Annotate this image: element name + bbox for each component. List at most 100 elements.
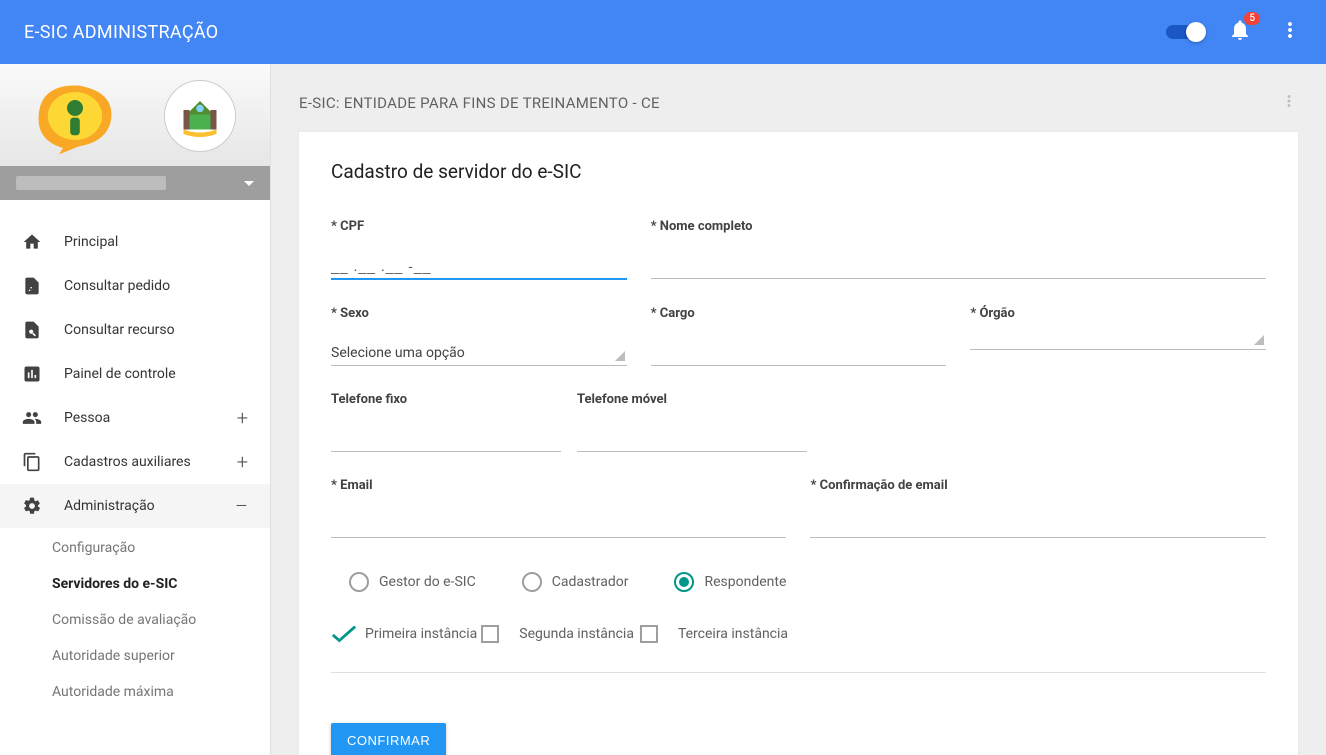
radio-label: Cadastrador: [552, 574, 629, 590]
radio-label: Gestor do e-SIC: [379, 574, 476, 590]
sidebar-item-painel[interactable]: Painel de controle: [0, 352, 270, 396]
radio-cadastrador[interactable]: Cadastrador: [522, 572, 629, 592]
sexo-value: Selecione uma opção: [331, 345, 465, 361]
main: E-SIC: ENTIDADE PARA FINS DE TREINAMENTO…: [271, 64, 1326, 755]
notification-badge: 5: [1244, 12, 1260, 25]
sidebar-item-label: Pessoa: [64, 410, 110, 426]
label-tel-movel: Telefone móvel: [577, 392, 807, 407]
sidebar-item-pessoa[interactable]: Pessoa +: [0, 396, 270, 440]
sexo-select[interactable]: Selecione uma opção: [331, 341, 627, 366]
field-tel-fixo: Telefone fixo: [331, 392, 561, 452]
subnav-servidores[interactable]: Servidores do e-SIC: [0, 566, 270, 602]
sidebar-item-label: Consultar recurso: [64, 322, 175, 338]
sidebar-item-label: Administração: [64, 498, 155, 514]
user-email-hidden: [16, 176, 166, 190]
select-tri-icon: [615, 351, 625, 361]
radio-icon: [674, 572, 694, 592]
field-nome: * Nome completo: [651, 219, 1266, 280]
home-icon: [22, 232, 42, 252]
field-email: * Email: [331, 478, 786, 538]
sidebar-item-consultar-pedido[interactable]: Consultar pedido: [0, 264, 270, 308]
radio-respondente[interactable]: Respondente: [674, 572, 786, 592]
label-cpf: * CPF: [331, 219, 627, 234]
check-segunda[interactable]: Segunda instância: [519, 625, 658, 643]
esic-logo: [35, 76, 115, 156]
check-terceira[interactable]: Terceira instância: [678, 626, 788, 642]
sidebar-item-label: Principal: [64, 234, 118, 250]
caret-down-icon: [244, 181, 254, 186]
group-icon: [22, 408, 42, 428]
field-email-confirm: * Confirmação de email: [810, 478, 1266, 538]
sidebar-item-label: Cadastros auxiliares: [64, 454, 191, 470]
sidebar-item-principal[interactable]: Principal: [0, 220, 270, 264]
label-tel-fixo: Telefone fixo: [331, 392, 561, 407]
topbar: E-SIC ADMINISTRAÇÃO 5: [0, 0, 1326, 64]
logo-row: [0, 64, 270, 166]
collapse-icon: –: [235, 496, 248, 516]
confirm-button[interactable]: CONFIRMAR: [331, 723, 446, 755]
nome-input[interactable]: [651, 254, 1266, 279]
tick-icon: [331, 624, 357, 644]
checkbox-icon: [640, 625, 658, 643]
search-doc-icon: [22, 276, 42, 296]
email-confirm-input[interactable]: [810, 513, 1266, 538]
label-sexo: * Sexo: [331, 306, 627, 321]
label-cargo: * Cargo: [651, 306, 947, 321]
select-tri-icon: [1254, 335, 1264, 345]
check-label: Segunda instância: [519, 626, 634, 642]
tel-fixo-input[interactable]: [331, 427, 561, 452]
search-doc-icon: [22, 320, 42, 340]
app-title: E-SIC ADMINISTRAÇÃO: [24, 22, 218, 43]
user-dropdown[interactable]: [0, 166, 270, 200]
email-input[interactable]: [331, 513, 786, 538]
settings-icon: [22, 496, 42, 516]
field-cargo: * Cargo: [651, 306, 947, 366]
dashboard-icon: [22, 364, 42, 384]
subnav-configuracao[interactable]: Configuração: [0, 530, 270, 566]
checkbox-icon: [481, 625, 499, 643]
cargo-input[interactable]: [651, 341, 947, 366]
sidebar-item-label: Painel de controle: [64, 366, 176, 382]
topbar-actions: 5: [1166, 18, 1302, 46]
orgao-select[interactable]: [970, 341, 1266, 350]
check-primeira[interactable]: Primeira instância: [331, 624, 499, 644]
label-nome: * Nome completo: [651, 219, 1266, 234]
page-more-button[interactable]: [1280, 92, 1298, 114]
page-header: E-SIC: ENTIDADE PARA FINS DE TREINAMENTO…: [299, 88, 1298, 132]
more-vert-icon: [1280, 92, 1298, 110]
breadcrumb: E-SIC: ENTIDADE PARA FINS DE TREINAMENTO…: [299, 94, 660, 112]
topbar-more-button[interactable]: [1278, 18, 1302, 46]
sidebar: Principal Consultar pedido Consultar rec…: [0, 64, 271, 755]
label-orgao: * Órgão: [970, 306, 1266, 321]
subnav-autoridade-maxima[interactable]: Autoridade máxima: [0, 674, 270, 710]
subnav-autoridade-superior[interactable]: Autoridade superior: [0, 638, 270, 674]
field-sexo: * Sexo Selecione uma opção: [331, 306, 627, 366]
sidebar-item-consultar-recurso[interactable]: Consultar recurso: [0, 308, 270, 352]
cpf-input[interactable]: [331, 254, 627, 280]
subnav-comissao[interactable]: Comissão de avaliação: [0, 602, 270, 638]
sidebar-item-cadastros[interactable]: Cadastros auxiliares +: [0, 440, 270, 484]
sidebar-item-administracao[interactable]: Administração –: [0, 484, 270, 528]
label-email: * Email: [331, 478, 786, 493]
sidebar-item-label: Consultar pedido: [64, 278, 170, 294]
nav: Principal Consultar pedido Consultar rec…: [0, 200, 270, 716]
expand-icon: +: [237, 408, 248, 428]
expand-icon: +: [237, 452, 248, 472]
tel-movel-input[interactable]: [577, 427, 807, 452]
radio-icon: [522, 572, 542, 592]
radio-label: Respondente: [704, 574, 786, 590]
radio-gestor[interactable]: Gestor do e-SIC: [349, 572, 476, 592]
toggle-knob: [1186, 22, 1206, 42]
theme-toggle[interactable]: [1166, 25, 1202, 39]
notifications-button[interactable]: 5: [1228, 18, 1252, 46]
form-grid: * CPF * Nome completo * Sexo Selecione u…: [331, 219, 1266, 755]
copy-icon: [22, 452, 42, 472]
field-orgao: * Órgão: [970, 306, 1266, 366]
radio-icon: [349, 572, 369, 592]
check-label: Primeira instância: [365, 626, 477, 642]
label-email-confirm: * Confirmação de email: [810, 478, 1266, 493]
radio-row-role: Gestor do e-SIC Cadastrador Respondente: [331, 564, 1266, 592]
check-label: Terceira instância: [678, 626, 788, 642]
subnav-administracao: Configuração Servidores do e-SIC Comissã…: [0, 528, 270, 716]
field-cpf: * CPF: [331, 219, 627, 280]
